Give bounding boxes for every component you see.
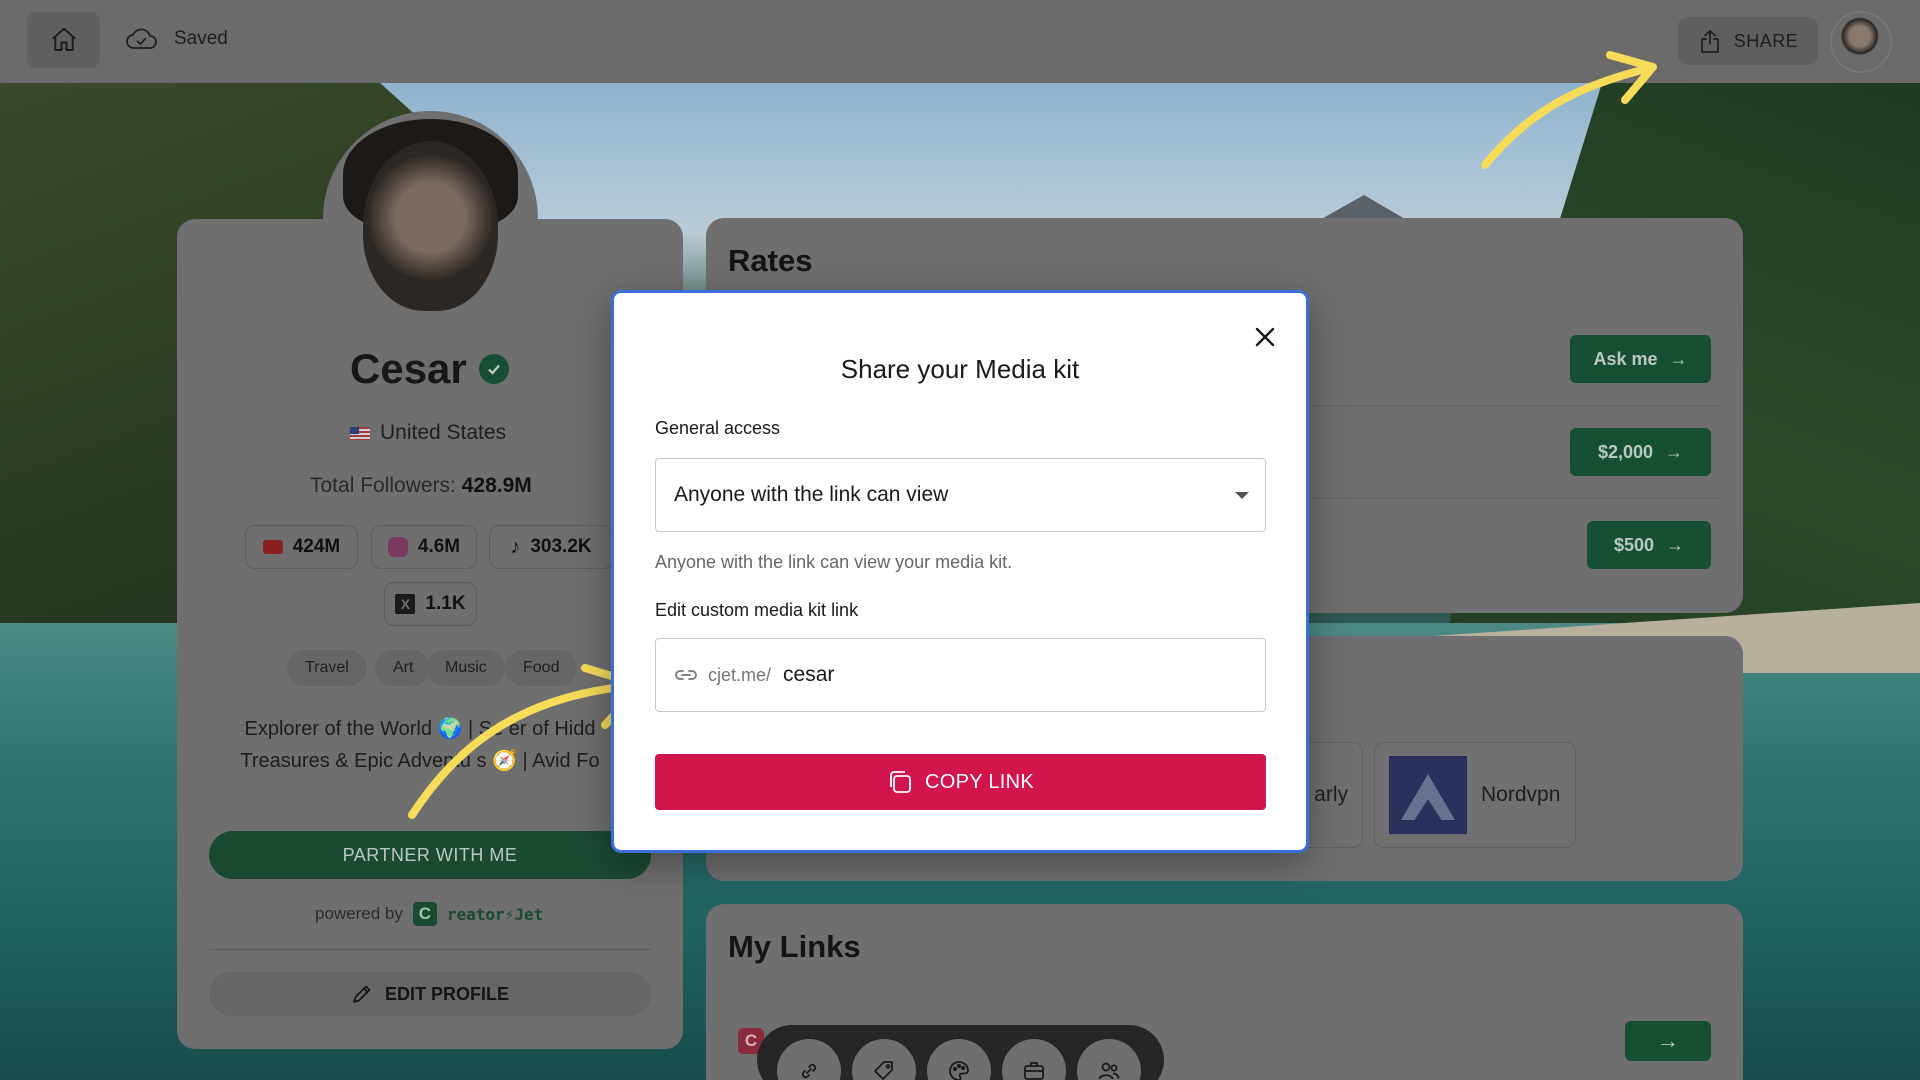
share-button[interactable]: SHARE: [1678, 17, 1818, 65]
country-label: United States: [380, 421, 507, 444]
profile-bio: Explorer of the World 🌍 | Se er of Hidd …: [205, 713, 635, 777]
modal-title: Share your Media kit: [840, 354, 1080, 384]
rate-button-ask[interactable]: Ask me →: [1570, 335, 1711, 383]
briefcase-icon: [1024, 1062, 1044, 1080]
social-chip-youtube[interactable]: 424M: [245, 525, 358, 569]
palette-icon: [949, 1061, 969, 1080]
rate-button-label: $500: [1613, 534, 1655, 555]
followers-value: 428.9M: [461, 474, 532, 497]
edit-profile-button[interactable]: EDIT PROFILE: [209, 972, 651, 1016]
us-flag-icon: [350, 426, 370, 440]
profile-name-text: Cesar: [350, 345, 467, 392]
tag-chip: Art: [375, 650, 432, 686]
x-count: 1.1K: [425, 593, 466, 614]
home-icon: [51, 27, 76, 51]
link-open-button[interactable]: →: [1625, 1021, 1711, 1061]
powered-by-label: powered by: [315, 904, 403, 923]
users-icon: [1098, 1062, 1120, 1080]
brand-tile-nordvpn[interactable]: Nordvpn: [1374, 742, 1576, 848]
rate-button-label: $2,000: [1597, 441, 1654, 462]
copy-link-label: COPY LINK: [924, 770, 1035, 793]
social-chip-tiktok[interactable]: ♪ 303.2K: [489, 525, 613, 569]
social-chip-x[interactable]: X 1.1K: [384, 582, 477, 626]
x-icon: X: [395, 594, 416, 614]
arrow-right-icon: →: [1669, 348, 1688, 369]
rate-button-label: Ask me: [1593, 348, 1658, 369]
nordvpn-logo-icon: [1389, 756, 1467, 834]
tag-chip: Music: [427, 650, 505, 686]
tiktok-count: 303.2K: [530, 536, 592, 557]
close-icon: [1255, 327, 1275, 347]
my-links-title: My Links: [728, 929, 861, 964]
general-access-label: General access: [655, 418, 781, 438]
chevron-down-icon: [1235, 492, 1249, 499]
access-select-value: Anyone with the link can view: [674, 483, 949, 506]
partner-button[interactable]: PARTNER WITH ME: [209, 831, 651, 879]
total-followers: Total Followers: 428.9M: [310, 474, 532, 498]
save-status: Saved: [126, 27, 228, 51]
brand-name: Nordvpn: [1481, 783, 1561, 806]
profile-photo: [323, 111, 538, 326]
instagram-icon: [387, 537, 408, 557]
profile-country: United States: [350, 421, 506, 445]
custom-link-label: Edit custom media kit link: [655, 600, 859, 620]
creatorjet-logo-icon: C: [412, 902, 437, 926]
tag-icon: [874, 1061, 893, 1080]
close-button[interactable]: [1248, 320, 1282, 354]
edit-profile-label: EDIT PROFILE: [384, 983, 509, 1004]
bio-line: Treasures & Epic Adventu s 🧭 | Avid Fo: [240, 750, 600, 772]
user-avatar[interactable]: [1830, 11, 1892, 73]
profile-name: Cesar: [350, 345, 509, 393]
copy-icon: [890, 771, 911, 793]
powered-by: powered by C reator⚡Jet: [315, 902, 543, 926]
home-button[interactable]: [27, 12, 100, 68]
bio-line: Explorer of the World 🌍 | Se er of Hidd: [244, 718, 596, 740]
instagram-count: 4.6M: [417, 536, 461, 557]
saved-label: Saved: [174, 28, 228, 49]
rate-button-500[interactable]: $500 →: [1587, 521, 1711, 569]
divider: [209, 949, 651, 950]
social-chip-instagram[interactable]: 4.6M: [371, 525, 477, 569]
link-icon: [801, 1063, 817, 1079]
arrow-right-icon: →: [1665, 441, 1684, 462]
copy-link-button[interactable]: COPY LINK: [655, 754, 1266, 810]
rates-title: Rates: [728, 243, 813, 278]
link-icon: [675, 670, 697, 680]
followers-label: Total Followers:: [310, 474, 456, 497]
custom-link-input[interactable]: cjet.me/ cesar: [655, 638, 1266, 712]
tag-chip: Travel: [287, 650, 367, 686]
tiktok-icon: ♪: [510, 535, 521, 558]
verified-icon: [478, 354, 509, 384]
share-label: SHARE: [1733, 30, 1799, 51]
link-value: cesar: [783, 663, 835, 686]
youtube-icon: [262, 540, 283, 554]
access-helper-text: Anyone with the link can view your media…: [655, 552, 1013, 572]
arrow-right-icon: →: [1666, 534, 1685, 555]
youtube-count: 424M: [292, 536, 341, 557]
creatorjet-wordmark: reator⚡Jet: [446, 904, 544, 924]
arrow-right-icon: →: [1657, 1028, 1679, 1053]
top-bar: Saved SHARE: [0, 0, 1920, 83]
link-prefix: cjet.me/: [708, 664, 772, 685]
brand-name: arly: [1314, 783, 1348, 806]
rate-button-2000[interactable]: $2,000 →: [1570, 428, 1711, 476]
tag-chip: Food: [505, 650, 578, 686]
pencil-icon: [353, 985, 371, 1003]
cloud-check-icon: [126, 28, 157, 49]
access-select[interactable]: Anyone with the link can view: [655, 458, 1266, 532]
share-icon: [1700, 30, 1719, 53]
